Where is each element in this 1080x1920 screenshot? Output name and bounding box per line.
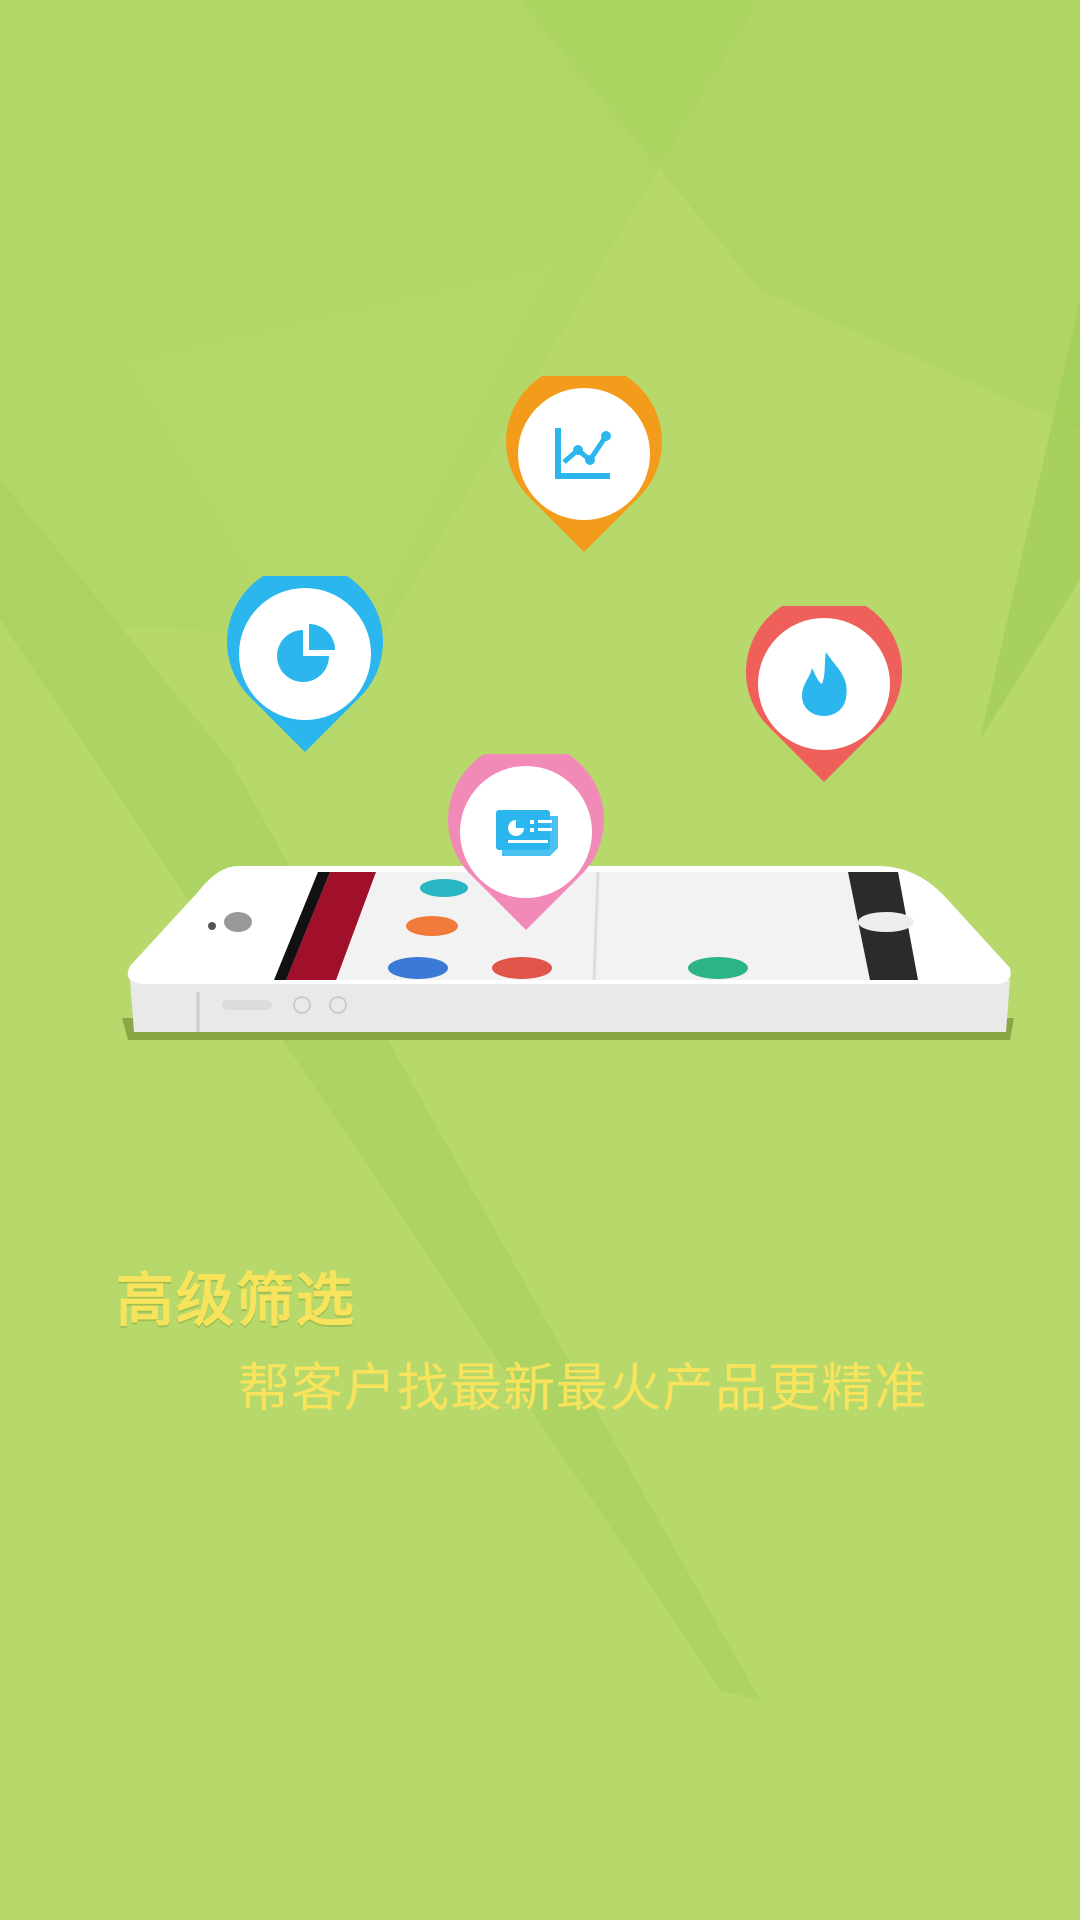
headline-subtitle: 帮客户找最新最火产品更精准 bbox=[238, 1359, 928, 1419]
pie-chart-pin[interactable] bbox=[227, 576, 383, 752]
headline-title: 高级筛选 bbox=[116, 1266, 357, 1334]
pie-chart-icon bbox=[277, 624, 335, 682]
trend-chart-icon bbox=[555, 428, 611, 479]
report-card-pin[interactable] bbox=[448, 754, 604, 930]
fire-pin[interactable] bbox=[746, 606, 902, 782]
report-card-icon bbox=[496, 810, 558, 856]
trend-chart-pin[interactable] bbox=[506, 376, 662, 552]
fire-icon bbox=[802, 652, 847, 716]
